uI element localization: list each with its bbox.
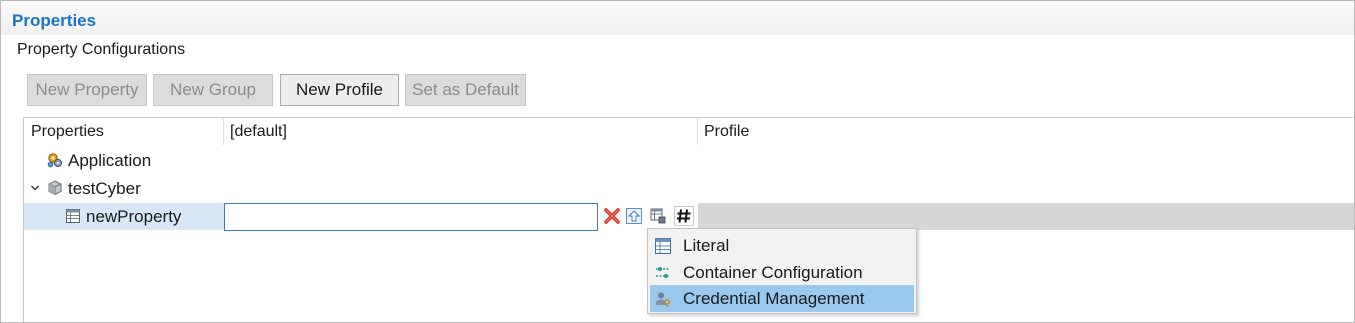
tree-item-label: Application — [68, 151, 152, 170]
value-type-popup-menu: Literal Container Configuration Credenti… — [647, 228, 917, 314]
sliders-icon — [656, 267, 670, 278]
literal-table-icon — [655, 238, 671, 254]
menu-item-label: Credential Management — [683, 289, 865, 308]
column-header-properties[interactable]: Properties — [31, 123, 104, 141]
menu-item-label: Container Configuration — [683, 263, 863, 282]
properties-panel: Properties Property Configurations New P… — [0, 0, 1355, 323]
panel-header: Properties — [1, 1, 1354, 35]
delete-icon[interactable] — [603, 207, 621, 225]
new-profile-button[interactable]: New Profile — [280, 74, 399, 106]
set-as-default-button[interactable]: Set as Default — [405, 74, 526, 106]
menu-item-label: Literal — [683, 236, 730, 255]
credential-user-key-icon — [655, 292, 670, 307]
hash-icon[interactable] — [674, 206, 694, 226]
property-value-input[interactable] — [224, 203, 598, 231]
section-title: Property Configurations — [17, 41, 186, 58]
menu-item-literal[interactable]: Literal — [650, 232, 914, 259]
tree-item-label: newProperty — [86, 207, 182, 226]
application-gears-icon — [47, 153, 63, 168]
menu-item-credential-management[interactable]: Credential Management — [650, 285, 914, 312]
panel-title: Properties — [12, 11, 97, 30]
column-divider[interactable] — [223, 118, 224, 145]
column-header-default[interactable]: [default] — [230, 123, 287, 141]
menu-item-container-configuration[interactable]: Container Configuration — [650, 259, 914, 286]
new-property-button[interactable]: New Property — [27, 74, 147, 106]
profile-cell[interactable] — [698, 203, 1354, 230]
group-box-icon — [48, 180, 62, 196]
property-table-icon — [66, 209, 80, 223]
chevron-down-icon[interactable] — [30, 183, 40, 193]
column-divider[interactable] — [697, 118, 698, 145]
column-header-profile[interactable]: Profile — [704, 123, 749, 141]
tree-item-label: testCyber — [68, 179, 141, 198]
value-type-menu-icon[interactable] — [649, 207, 667, 225]
new-group-button[interactable]: New Group — [153, 74, 273, 106]
move-up-arrow-icon[interactable] — [625, 207, 643, 225]
